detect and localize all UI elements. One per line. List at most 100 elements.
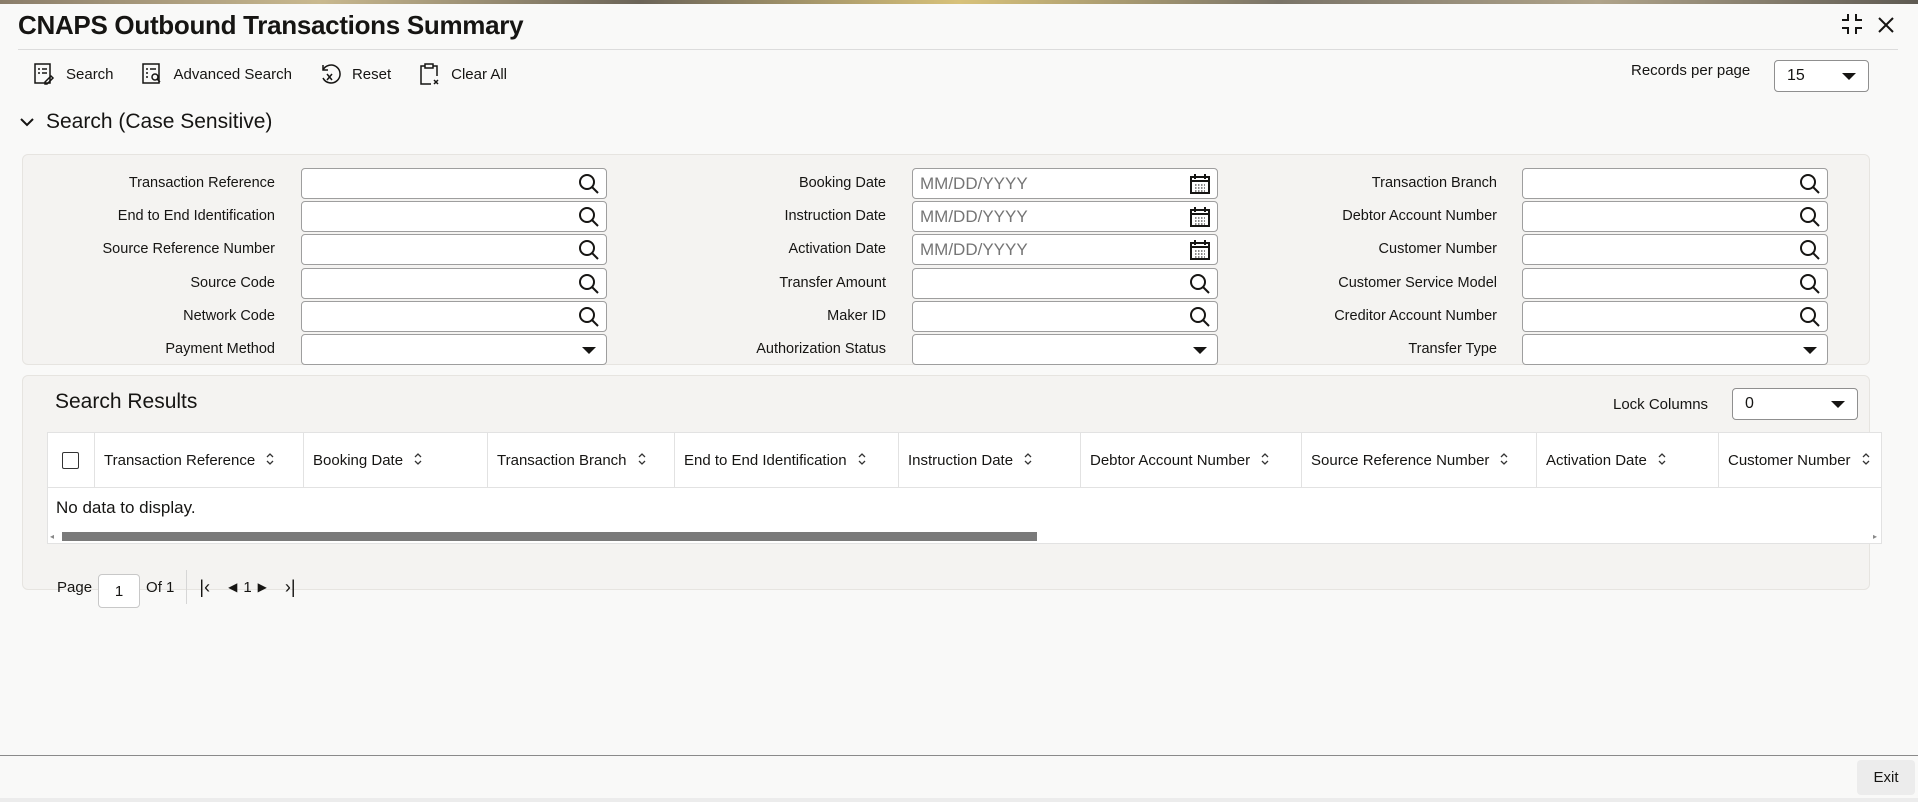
search-form-icon bbox=[34, 63, 55, 85]
sort-icon[interactable] bbox=[1499, 452, 1509, 469]
payment-method-select[interactable] bbox=[301, 334, 607, 365]
search-icon[interactable] bbox=[578, 206, 600, 228]
date-placeholder: MM/DD/YYYY bbox=[920, 173, 1028, 193]
search-label: Search bbox=[66, 65, 114, 83]
previous-page-icon[interactable]: ◀ bbox=[228, 580, 237, 594]
first-page-icon[interactable]: |‹ bbox=[199, 577, 210, 598]
date-placeholder: MM/DD/YYYY bbox=[920, 239, 1028, 259]
records-per-page-label: Records per page bbox=[1631, 62, 1751, 79]
page-title: CNAPS Outbound Transactions Summary bbox=[18, 10, 524, 40]
advanced-search-button[interactable]: Advanced Search bbox=[140, 62, 292, 86]
search-button[interactable]: Search bbox=[32, 62, 114, 86]
search-icon[interactable] bbox=[578, 173, 600, 195]
search-icon[interactable] bbox=[1799, 173, 1821, 195]
column-header-transaction-reference[interactable]: Transaction Reference bbox=[95, 433, 304, 488]
customer-service-model-input[interactable] bbox=[1522, 267, 1828, 299]
caret-down-icon[interactable] bbox=[1803, 347, 1817, 354]
calendar-icon[interactable] bbox=[1189, 239, 1211, 261]
search-icon[interactable] bbox=[578, 273, 600, 295]
page-number-input[interactable]: 1 bbox=[98, 574, 141, 608]
search-results-panel: Search Results Lock Columns 0 Transactio… bbox=[22, 375, 1882, 608]
search-section-toggle[interactable]: Search (Case Sensitive) bbox=[20, 110, 272, 134]
transfer-type-select[interactable] bbox=[1522, 334, 1828, 365]
activation-date-label: Activation Date bbox=[788, 241, 886, 258]
horizontal-scrollbar[interactable]: ◂ ▸ bbox=[48, 530, 1881, 542]
column-header-label: Booking Date bbox=[313, 452, 404, 469]
activation-date-input[interactable]: MM/DD/YYYY bbox=[912, 234, 1218, 266]
sort-icon[interactable] bbox=[1657, 452, 1667, 469]
transaction-reference-input[interactable] bbox=[301, 168, 607, 199]
creditor-account-number-input[interactable] bbox=[1522, 300, 1828, 332]
transaction-branch-input[interactable] bbox=[1522, 168, 1828, 199]
instruction-date-input[interactable]: MM/DD/YYYY bbox=[912, 201, 1218, 233]
sort-icon[interactable] bbox=[857, 452, 867, 469]
search-results-title: Search Results bbox=[55, 390, 198, 413]
reset-button[interactable]: Reset bbox=[318, 62, 391, 86]
pagination: Page 1 Of 1 |‹ ◀ 1 ▶ ›| bbox=[57, 566, 296, 608]
sort-icon[interactable] bbox=[413, 452, 423, 469]
select-all-checkbox[interactable] bbox=[62, 452, 79, 469]
sort-icon[interactable] bbox=[265, 452, 275, 469]
column-header-source-reference-number[interactable]: Source Reference Number bbox=[1302, 433, 1537, 488]
next-page-icon[interactable]: ▶ bbox=[258, 580, 267, 594]
scroll-right-icon[interactable]: ▸ bbox=[1873, 532, 1877, 541]
caret-down-icon[interactable] bbox=[1193, 347, 1207, 354]
header-divider bbox=[18, 49, 1898, 50]
customer-number-input[interactable] bbox=[1522, 234, 1828, 266]
advanced-search-icon bbox=[141, 63, 161, 84]
caret-down-icon bbox=[1831, 401, 1845, 408]
close-icon[interactable] bbox=[1876, 14, 1896, 42]
sort-icon[interactable] bbox=[637, 452, 647, 469]
sort-icon[interactable] bbox=[1023, 452, 1033, 469]
records-per-page-value: 15 bbox=[1787, 67, 1805, 84]
calendar-icon[interactable] bbox=[1189, 206, 1211, 228]
lock-columns-label: Lock Columns bbox=[1613, 396, 1709, 413]
current-page-number[interactable]: 1 bbox=[243, 579, 251, 596]
reset-label: Reset bbox=[351, 65, 392, 83]
search-icon[interactable] bbox=[1189, 273, 1211, 295]
clear-all-button[interactable]: Clear All bbox=[417, 62, 507, 86]
search-icon[interactable] bbox=[578, 306, 600, 328]
pagination-divider bbox=[186, 570, 188, 604]
booking-date-label: Booking Date bbox=[798, 175, 886, 191]
column-header-label: Instruction Date bbox=[908, 452, 1014, 469]
booking-date-input[interactable]: MM/DD/YYYY bbox=[912, 168, 1218, 199]
debtor-account-number-input[interactable] bbox=[1522, 201, 1828, 233]
exit-button[interactable]: Exit bbox=[1857, 760, 1915, 795]
lock-columns-select[interactable]: 0 bbox=[1732, 388, 1858, 420]
column-header-instruction-date[interactable]: Instruction Date bbox=[899, 433, 1081, 488]
end-to-end-identification-input[interactable] bbox=[301, 201, 607, 233]
column-header-end-to-end-identification[interactable]: End to End Identification bbox=[675, 433, 899, 488]
caret-down-icon[interactable] bbox=[582, 347, 596, 354]
scrollbar-thumb[interactable] bbox=[62, 532, 1037, 541]
calendar-icon[interactable] bbox=[1189, 173, 1211, 195]
column-header-debtor-account-number[interactable]: Debtor Account Number bbox=[1081, 433, 1302, 488]
customer-service-model-label: Customer Service Model bbox=[1338, 274, 1497, 291]
search-icon[interactable] bbox=[1189, 306, 1211, 328]
maker-id-label: Maker ID bbox=[827, 307, 886, 324]
maker-id-input[interactable] bbox=[912, 300, 1218, 332]
column-header-label: Transaction Reference bbox=[104, 452, 256, 469]
network-code-input[interactable] bbox=[301, 300, 607, 332]
search-icon[interactable] bbox=[1799, 239, 1821, 261]
last-page-icon[interactable]: ›| bbox=[285, 577, 296, 598]
search-icon[interactable] bbox=[1799, 206, 1821, 228]
column-header-transaction-branch[interactable]: Transaction Branch bbox=[488, 433, 675, 488]
minimize-icon[interactable] bbox=[1840, 12, 1864, 43]
column-header-customer-number[interactable]: Customer Number bbox=[1719, 433, 1881, 488]
search-icon[interactable] bbox=[1799, 306, 1821, 328]
source-code-input[interactable] bbox=[301, 267, 607, 299]
transfer-amount-input[interactable] bbox=[912, 267, 1218, 299]
column-header-activation-date[interactable]: Activation Date bbox=[1537, 433, 1719, 488]
sort-icon[interactable] bbox=[1861, 452, 1871, 469]
scroll-left-icon[interactable]: ◂ bbox=[50, 532, 54, 541]
authorization-status-label: Authorization Status bbox=[756, 341, 886, 357]
clear-all-label: Clear All bbox=[451, 65, 507, 83]
authorization-status-select[interactable] bbox=[912, 334, 1218, 365]
search-icon[interactable] bbox=[1799, 273, 1821, 295]
records-per-page-select[interactable]: 15 bbox=[1774, 60, 1869, 92]
source-reference-number-input[interactable] bbox=[301, 234, 607, 266]
sort-icon[interactable] bbox=[1260, 452, 1270, 469]
search-icon[interactable] bbox=[578, 239, 600, 261]
column-header-booking-date[interactable]: Booking Date bbox=[304, 433, 488, 488]
